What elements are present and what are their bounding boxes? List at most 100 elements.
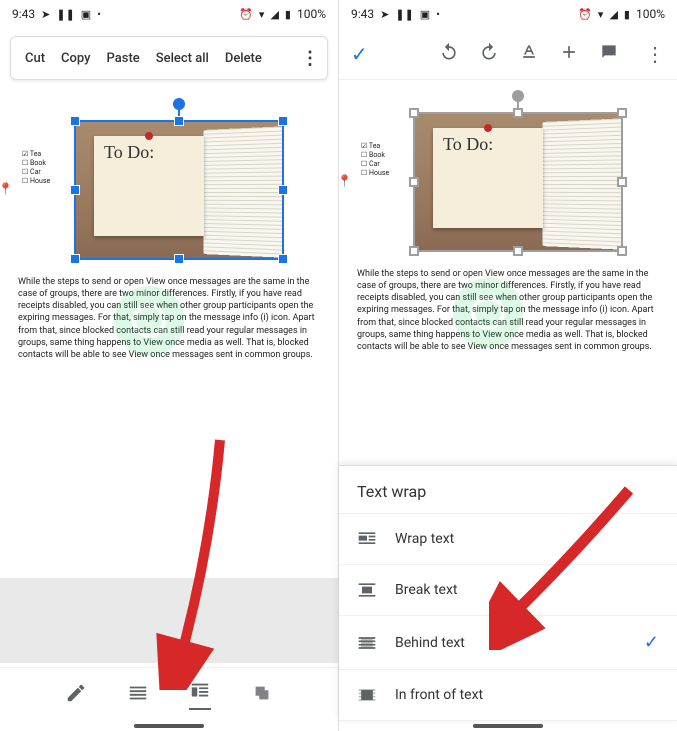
status-time: 9:43 bbox=[12, 7, 35, 21]
phone-right: 9:43 ➤ ❚❚ ▣ • ⏰ ▾ ◢ ▮ 100% ✓ bbox=[338, 0, 677, 731]
pause-icon: ❚❚ bbox=[395, 8, 413, 21]
rotate-handle[interactable] bbox=[512, 90, 524, 102]
resize-handle[interactable] bbox=[513, 246, 523, 256]
cut-button[interactable]: Cut bbox=[19, 45, 51, 72]
behind-text-option[interactable]: Behind text ✓ bbox=[339, 616, 677, 670]
resize-handle[interactable] bbox=[617, 108, 627, 118]
more-icon[interactable]: ⋮ bbox=[301, 48, 319, 69]
battery-icon: ▮ bbox=[285, 8, 291, 21]
alarm-icon: ⏰ bbox=[578, 8, 592, 21]
resize-handle[interactable] bbox=[174, 254, 184, 264]
checklist-item: House bbox=[361, 169, 389, 178]
dot-icon: • bbox=[97, 8, 101, 21]
more-icon[interactable]: ⋮ bbox=[639, 42, 665, 66]
resize-handle[interactable] bbox=[409, 177, 419, 187]
undo-icon[interactable] bbox=[439, 42, 459, 66]
body-paragraph[interactable]: While the steps to send or open View onc… bbox=[353, 268, 663, 353]
signal-icon: ◢ bbox=[609, 8, 617, 21]
text-wrap-icon[interactable] bbox=[189, 680, 211, 710]
wifi-icon: ▾ bbox=[259, 8, 265, 21]
wrap-text-option[interactable]: Wrap text bbox=[339, 514, 677, 565]
resize-handle[interactable] bbox=[278, 254, 288, 264]
resize-handle[interactable] bbox=[70, 254, 80, 264]
nav-pill[interactable] bbox=[134, 724, 204, 728]
status-bar: 9:43 ➤ ❚❚ ▣ • ⏰ ▾ ◢ ▮ 100% bbox=[0, 0, 338, 28]
paper-stack bbox=[204, 126, 282, 258]
add-icon[interactable] bbox=[559, 42, 579, 66]
signal-icon: ◢ bbox=[270, 8, 278, 21]
edit-icon[interactable] bbox=[65, 682, 87, 708]
sticky-text: To Do: bbox=[104, 142, 154, 162]
image-icon: ▣ bbox=[81, 8, 91, 21]
selected-image[interactable]: To Do: bbox=[413, 112, 623, 252]
checklist-item: Car bbox=[361, 160, 389, 169]
copy-button[interactable]: Copy bbox=[55, 45, 96, 72]
battery-icon: ▮ bbox=[624, 8, 630, 21]
break-text-option[interactable]: Break text bbox=[339, 565, 677, 616]
text-format-icon[interactable] bbox=[519, 42, 539, 66]
pushpin-icon bbox=[145, 132, 153, 140]
option-label: Behind text bbox=[395, 635, 465, 651]
paper-stack bbox=[543, 118, 621, 250]
pause-icon: ❚❚ bbox=[56, 8, 74, 21]
battery-percent: 100% bbox=[636, 7, 665, 21]
resize-handle[interactable] bbox=[617, 246, 627, 256]
checklist-item: Tea bbox=[361, 142, 389, 151]
app-toolbar: ✓ ⋮ bbox=[339, 28, 677, 80]
photo-content: To Do: bbox=[76, 122, 282, 258]
resize-handle[interactable] bbox=[409, 246, 419, 256]
sheet-title: Text wrap bbox=[339, 466, 677, 514]
checklist-item: House bbox=[22, 177, 50, 186]
pin-icon: 📍 bbox=[337, 174, 347, 184]
comment-icon[interactable] bbox=[599, 42, 619, 66]
battery-percent: 100% bbox=[297, 7, 326, 21]
pushpin-icon bbox=[484, 124, 492, 132]
phone-left: 9:43 ➤ ❚❚ ▣ • ⏰ ▾ ◢ ▮ 100% Cut Copy Past… bbox=[0, 0, 338, 731]
status-time: 9:43 bbox=[351, 7, 374, 21]
checklist-item: Book bbox=[361, 151, 389, 160]
paste-button[interactable]: Paste bbox=[101, 45, 146, 72]
resize-handle[interactable] bbox=[617, 177, 627, 187]
wifi-icon: ▾ bbox=[598, 8, 604, 21]
redo-icon[interactable] bbox=[479, 42, 499, 66]
sticky-text: To Do: bbox=[443, 134, 493, 154]
sticky-note: To Do: bbox=[94, 136, 204, 236]
sticky-note: To Do: bbox=[433, 128, 543, 228]
checklist: Tea Book Car House bbox=[361, 142, 389, 178]
image-icon: ▣ bbox=[420, 8, 430, 21]
send-icon: ➤ bbox=[380, 8, 389, 21]
option-label: Break text bbox=[395, 582, 457, 598]
grey-band bbox=[0, 578, 338, 663]
crop-image-icon[interactable] bbox=[251, 682, 273, 708]
nav-pill[interactable] bbox=[473, 724, 543, 728]
delete-button[interactable]: Delete bbox=[219, 45, 268, 72]
resize-handle[interactable] bbox=[513, 108, 523, 118]
selected-image[interactable]: To Do: bbox=[74, 120, 284, 260]
document-area[interactable]: 📍 Tea Book Car House To Do: bbox=[0, 88, 338, 375]
status-bar: 9:43 ➤ ❚❚ ▣ • ⏰ ▾ ◢ ▮ 100% bbox=[339, 0, 677, 28]
option-label: In front of text bbox=[395, 687, 483, 703]
photo-content: To Do: bbox=[415, 114, 621, 250]
check-icon: ✓ bbox=[644, 632, 659, 653]
select-all-button[interactable]: Select all bbox=[150, 45, 215, 72]
bottom-toolbar bbox=[0, 667, 338, 721]
send-icon: ➤ bbox=[41, 8, 50, 21]
confirm-icon[interactable]: ✓ bbox=[351, 42, 368, 66]
resize-handle[interactable] bbox=[409, 108, 419, 118]
rotate-handle[interactable] bbox=[173, 98, 185, 110]
checklist-item: Tea bbox=[22, 150, 50, 159]
align-icon[interactable] bbox=[127, 682, 149, 708]
document-area[interactable]: 📍 Tea Book Car House To Do: bbox=[339, 80, 677, 367]
resize-handle[interactable] bbox=[278, 185, 288, 195]
resize-handle[interactable] bbox=[174, 116, 184, 126]
in-front-of-text-option[interactable]: In front of text bbox=[339, 670, 677, 721]
text-wrap-sheet: Text wrap Wrap text Break text Behind te… bbox=[339, 465, 677, 721]
resize-handle[interactable] bbox=[278, 116, 288, 126]
resize-handle[interactable] bbox=[70, 116, 80, 126]
dot-icon: • bbox=[436, 8, 440, 21]
body-paragraph[interactable]: While the steps to send or open View onc… bbox=[14, 276, 324, 361]
checklist: Tea Book Car House bbox=[22, 150, 50, 186]
resize-handle[interactable] bbox=[70, 185, 80, 195]
context-menu: Cut Copy Paste Select all Delete ⋮ bbox=[10, 36, 328, 80]
alarm-icon: ⏰ bbox=[239, 8, 253, 21]
